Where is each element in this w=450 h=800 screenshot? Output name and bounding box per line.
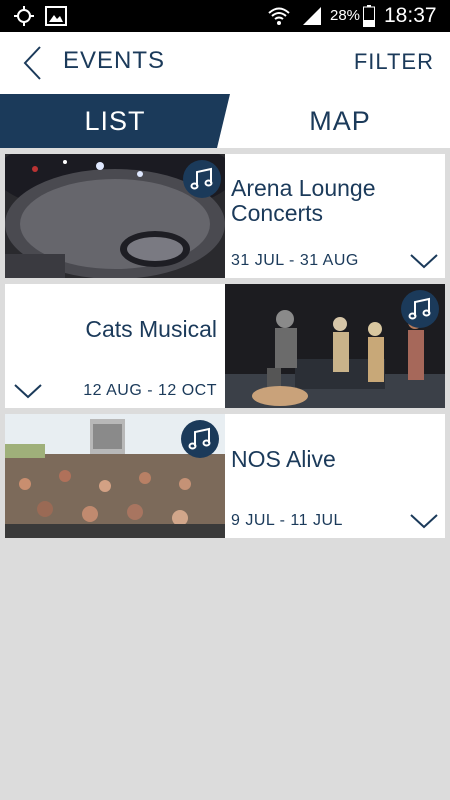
event-image xyxy=(225,284,445,408)
event-date: 9 JUL - 11 JUL xyxy=(231,512,343,529)
event-card[interactable]: Arena Lounge Concerts 31 JUL - 31 AUG xyxy=(5,154,445,278)
chevron-down-icon[interactable] xyxy=(409,512,439,530)
filter-button[interactable]: FILTER xyxy=(354,49,434,75)
clock: 18:37 xyxy=(384,4,437,27)
music-notes-icon xyxy=(408,297,431,320)
wifi-icon xyxy=(266,0,292,32)
event-title: Arena Lounge Concerts xyxy=(231,176,376,226)
signal-icon xyxy=(300,0,324,32)
event-title: NOS Alive xyxy=(231,447,336,472)
back-button[interactable] xyxy=(12,42,52,84)
gallery-icon xyxy=(44,0,68,32)
tab-list[interactable]: LIST xyxy=(0,94,230,148)
event-date: 12 AUG - 12 OCT xyxy=(83,382,217,399)
event-image xyxy=(5,154,225,278)
app-header: EVENTS FILTER xyxy=(0,32,450,94)
event-info: Arena Lounge Concerts 31 JUL - 31 AUG xyxy=(225,154,445,278)
event-title-line-1: Cats Musical xyxy=(85,316,217,342)
tab-map[interactable]: MAP xyxy=(230,94,450,148)
event-info: NOS Alive 9 JUL - 11 JUL xyxy=(225,414,445,538)
chevron-down-icon[interactable] xyxy=(409,252,439,270)
music-notes-icon xyxy=(190,167,213,190)
event-list: Arena Lounge Concerts 31 JUL - 31 AUG Ca… xyxy=(0,148,450,800)
back-arrow-icon xyxy=(23,46,41,80)
battery-icon xyxy=(362,0,376,32)
event-info: Cats Musical 12 AUG - 12 OCT xyxy=(5,284,225,408)
music-category-badge xyxy=(181,420,219,458)
event-card[interactable]: Cats Musical 12 AUG - 12 OCT xyxy=(5,284,445,408)
view-tabs: LIST MAP xyxy=(0,94,450,148)
event-date: 31 JUL - 31 AUG xyxy=(231,252,359,269)
music-category-badge xyxy=(183,160,221,198)
event-card[interactable]: NOS Alive 9 JUL - 11 JUL xyxy=(5,414,445,538)
event-image xyxy=(5,414,225,538)
page-title: EVENTS xyxy=(63,47,166,74)
music-notes-icon xyxy=(188,427,211,450)
chevron-down-icon[interactable] xyxy=(13,382,43,400)
event-title-line-2: Concerts xyxy=(231,200,324,226)
music-category-badge xyxy=(401,290,439,328)
status-bar: 28% 18:37 xyxy=(0,0,450,32)
event-title: Cats Musical xyxy=(85,317,217,342)
gps-icon xyxy=(12,0,36,32)
battery-percent: 28% xyxy=(330,7,361,24)
event-title-line-1: NOS Alive xyxy=(231,446,336,472)
event-title-line-1: Arena Lounge xyxy=(231,175,376,201)
